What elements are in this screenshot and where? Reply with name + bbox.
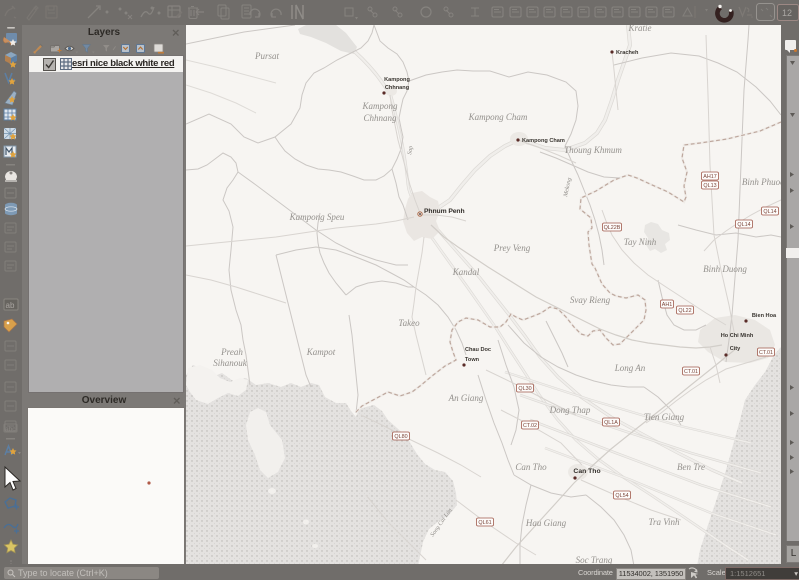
svg-text:Town: Town — [465, 357, 480, 363]
svg-text:QL22B: QL22B — [604, 225, 621, 231]
svg-text:An Giang: An Giang — [448, 393, 484, 403]
svg-text:QL61: QL61 — [478, 520, 491, 526]
svg-text:Kampong: Kampong — [384, 77, 410, 83]
svg-text:Kampong Cham: Kampong Cham — [522, 138, 565, 144]
svg-text:Tay Ninh: Tay Ninh — [624, 237, 657, 247]
svg-text:QL22: QL22 — [678, 308, 691, 314]
svg-text:QL13: QL13 — [703, 183, 716, 189]
svg-text:Kratie: Kratie — [627, 25, 651, 33]
svg-text:Binh Phuoc: Binh Phuoc — [742, 177, 781, 187]
svg-text:Takeo: Takeo — [398, 318, 420, 328]
svg-text:Kampong Speu: Kampong Speu — [289, 212, 345, 222]
svg-text:Bien Hoa: Bien Hoa — [752, 313, 777, 319]
svg-text:QL14: QL14 — [763, 209, 776, 215]
svg-text:Phnum Penh: Phnum Penh — [424, 208, 465, 215]
svg-text:AH17: AH17 — [703, 174, 717, 180]
svg-text:Kampong Cham: Kampong Cham — [468, 112, 528, 122]
svg-text:CT.01: CT.01 — [759, 350, 773, 356]
svg-text:City: City — [730, 346, 741, 352]
svg-text:Sihanouk: Sihanouk — [213, 358, 248, 368]
svg-text:Kampong: Kampong — [361, 101, 398, 111]
svg-text:QL80: QL80 — [394, 434, 407, 440]
svg-text:Dong Thap: Dong Thap — [549, 405, 591, 415]
svg-text:Binh Duong: Binh Duong — [703, 264, 747, 274]
svg-text:Preah: Preah — [220, 347, 243, 357]
svg-text:QL14: QL14 — [737, 222, 750, 228]
svg-text:Svay Rieng: Svay Rieng — [570, 295, 611, 305]
svg-text:Chau Doc: Chau Doc — [465, 347, 491, 353]
svg-text:ab: ab — [6, 301, 15, 310]
svg-text:12: 12 — [782, 8, 792, 18]
svg-text:Can Tho: Can Tho — [515, 462, 547, 472]
svg-text:Kampot: Kampot — [306, 347, 336, 357]
svg-text:AH1: AH1 — [662, 302, 673, 308]
svg-text:Kracheh: Kracheh — [616, 50, 639, 56]
svg-text:CT.02: CT.02 — [523, 423, 537, 429]
svg-text:Prey Veng: Prey Veng — [493, 243, 531, 253]
svg-text:QL30: QL30 — [518, 386, 531, 392]
svg-text:Can Tho: Can Tho — [573, 468, 600, 475]
svg-text:QL1A: QL1A — [604, 420, 618, 426]
svg-text:Hau Giang: Hau Giang — [525, 518, 567, 528]
svg-text:Ho Chi Minh: Ho Chi Minh — [721, 333, 754, 339]
svg-text:Tra Vinh: Tra Vinh — [648, 517, 680, 527]
svg-text:Thoung Khmum: Thoung Khmum — [564, 145, 622, 155]
svg-text:Pursat: Pursat — [254, 51, 280, 61]
svg-text:Chhnang: Chhnang — [385, 85, 410, 91]
svg-text:Tien Giang: Tien Giang — [644, 412, 685, 422]
svg-text:abc: abc — [5, 426, 16, 433]
svg-text:QL54: QL54 — [615, 493, 628, 499]
svg-text:Chhnang: Chhnang — [363, 113, 397, 123]
svg-text:Kandal: Kandal — [452, 267, 480, 277]
svg-text:CT.01: CT.01 — [684, 369, 698, 375]
svg-text:Long An: Long An — [614, 363, 646, 373]
svg-text:Ben Tre: Ben Tre — [677, 462, 705, 472]
